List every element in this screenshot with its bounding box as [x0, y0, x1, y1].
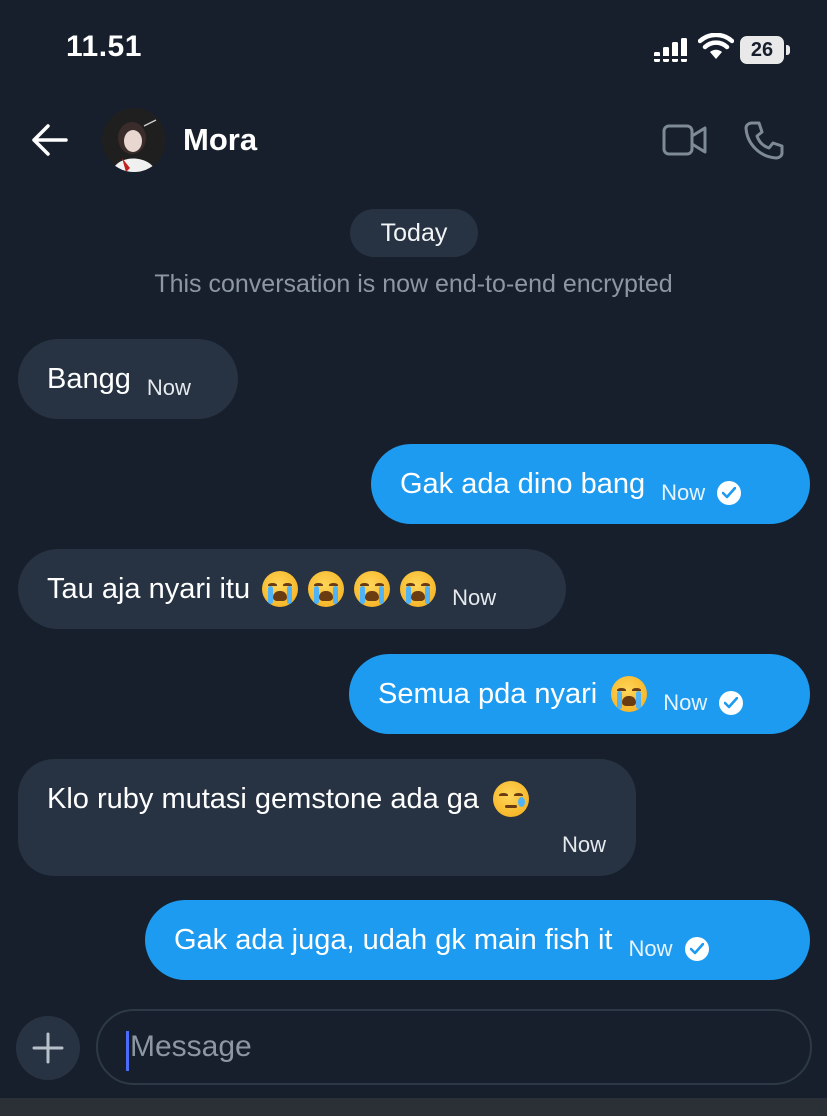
loudly-crying-face-icon: [400, 571, 437, 607]
status-bar: 11.51 26: [0, 0, 827, 100]
message-incoming[interactable]: Bangg Now: [18, 339, 238, 419]
message-incoming[interactable]: Tau aja nyari itu Now: [18, 549, 566, 629]
message-outgoing[interactable]: Gak ada dino bang Now: [371, 444, 810, 524]
message-time: Now: [661, 480, 706, 505]
encryption-notice: This conversation is now end-to-end encr…: [154, 270, 673, 298]
message-text: Tau aja nyari itu: [47, 572, 251, 605]
message-composer: [0, 1006, 827, 1096]
loudly-crying-face-icon: [611, 676, 648, 712]
text-caret: [126, 1031, 129, 1071]
chat-header: Mora: [0, 100, 827, 180]
status-time: 11.51: [66, 30, 142, 63]
message-outgoing[interactable]: Semua pda nyari Now: [349, 654, 810, 734]
contact-name[interactable]: Mora: [183, 122, 257, 158]
bottom-bar: [0, 1098, 827, 1116]
message-input[interactable]: [96, 1009, 812, 1085]
attach-plus-button[interactable]: [16, 1016, 80, 1080]
message-time: Now: [452, 585, 497, 610]
message-outgoing[interactable]: Gak ada juga, udah gk main fish it Now: [145, 900, 810, 980]
back-arrow-icon[interactable]: [28, 120, 70, 160]
message-text: Gak ada juga, udah gk main fish it: [174, 923, 613, 956]
message-text: Bangg: [47, 362, 131, 395]
read-check-icon: [717, 481, 742, 505]
message-time: Now: [663, 690, 708, 715]
wifi-icon: [698, 33, 734, 59]
message-time: Now: [561, 832, 606, 857]
message-text: Klo ruby mutasi gemstone ada ga: [47, 782, 480, 815]
plus-icon: [32, 1032, 64, 1064]
date-separator: Today: [350, 209, 478, 257]
message-text: Gak ada dino bang: [400, 467, 646, 500]
battery-icon: 26: [740, 36, 790, 64]
contact-avatar[interactable]: [102, 108, 166, 172]
message-time: Now: [628, 936, 673, 961]
message-incoming[interactable]: Klo ruby mutasi gemstone ada ga Now: [18, 759, 636, 876]
video-call-icon[interactable]: [662, 122, 708, 158]
sad-but-relieved-face-icon: [493, 781, 530, 817]
cellular-signal-icon: [654, 38, 687, 62]
phone-call-icon[interactable]: [744, 120, 784, 160]
message-text: Semua pda nyari: [378, 677, 598, 710]
message-time: Now: [146, 375, 191, 400]
read-check-icon: [719, 691, 744, 715]
loudly-crying-face-icon: [262, 571, 299, 607]
battery-level: 26: [740, 36, 784, 64]
read-check-icon: [684, 937, 709, 961]
loudly-crying-face-icon: [354, 571, 391, 607]
loudly-crying-face-icon: [308, 571, 345, 607]
